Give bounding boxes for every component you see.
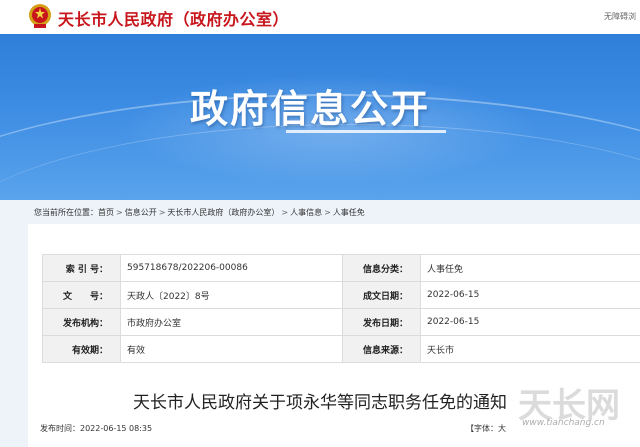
org-value: 市政府办公室 — [120, 308, 343, 336]
category-value: 人事任免 — [420, 254, 640, 282]
banner: 政府信息公开 — [0, 34, 640, 200]
table-row: 有效期： 有效 信息来源： 天长市 — [42, 335, 640, 363]
table-row: 发布机构： 市政府办公室 发布日期： 2022-06-15 — [42, 308, 640, 336]
breadcrumb-info-public[interactable]: 信息公开 — [125, 208, 157, 217]
top-bar: 天长市人民政府（政府办公室） 无障碍浏 — [0, 0, 640, 34]
publish-time: 发布时间：2022-06-15 08:35 — [40, 423, 152, 434]
breadcrumb: 您当前所在位置：首页 > 信息公开 > 天长市人民政府（政府办公室） > 人事信息 > 人事任免 — [34, 207, 365, 218]
watermark-url: www.tianchang.cn — [522, 418, 605, 428]
docno-label: 文 号： — [42, 281, 121, 309]
published-label: 发布日期： — [342, 308, 421, 336]
barrier-free-link[interactable]: 无障碍浏 — [604, 11, 636, 22]
index-label: 索 引 号： — [42, 254, 121, 282]
breadcrumb-prefix: 您当前所在位置： — [34, 208, 98, 217]
published-value: 2022-06-15 — [420, 308, 640, 336]
breadcrumb-government[interactable]: 天长市人民政府（政府办公室） — [167, 208, 279, 217]
site-name-link[interactable]: 天长市人民政府（政府办公室） — [58, 6, 289, 30]
publish-time-label: 发布时间： — [40, 424, 80, 433]
validity-label: 有效期： — [42, 335, 121, 363]
banner-title: 政府信息公开 — [190, 87, 431, 131]
docno-value: 天政人〔2022〕8号 — [120, 281, 343, 309]
publish-time-value: 2022-06-15 08:35 — [80, 424, 153, 433]
breadcrumb-separator: > — [158, 208, 166, 217]
font-size-control[interactable]: 【字体：大 — [466, 423, 506, 434]
index-value: 595718678/202206-00086 — [120, 254, 343, 282]
created-value: 2022-06-15 — [420, 281, 640, 309]
org-label: 发布机构： — [42, 308, 121, 336]
source-label: 信息来源： — [342, 335, 421, 363]
banner-underline — [286, 130, 446, 133]
breadcrumb-separator: > — [116, 208, 123, 217]
source-value: 天长市 — [420, 335, 640, 363]
validity-value: 有效 — [120, 335, 343, 363]
breadcrumb-home[interactable]: 首页 — [98, 208, 114, 217]
breadcrumb-appointment[interactable]: 人事任免 — [333, 208, 365, 217]
breadcrumb-separator: > — [281, 208, 289, 217]
created-label: 成文日期： — [342, 281, 421, 309]
breadcrumb-separator: > — [324, 208, 331, 217]
table-row: 索 引 号： 595718678/202206-00086 信息分类： 人事任免 — [42, 254, 640, 282]
breadcrumb-personnel-info[interactable]: 人事信息 — [290, 208, 322, 217]
info-table: 索 引 号： 595718678/202206-00086 信息分类： 人事任免… — [42, 254, 640, 363]
watermark: 天长网 www.tianchang.cn — [514, 376, 634, 436]
category-label: 信息分类： — [342, 254, 421, 282]
table-row: 文 号： 天政人〔2022〕8号 成文日期： 2022-06-15 — [42, 281, 640, 309]
national-emblem-icon — [29, 4, 51, 28]
